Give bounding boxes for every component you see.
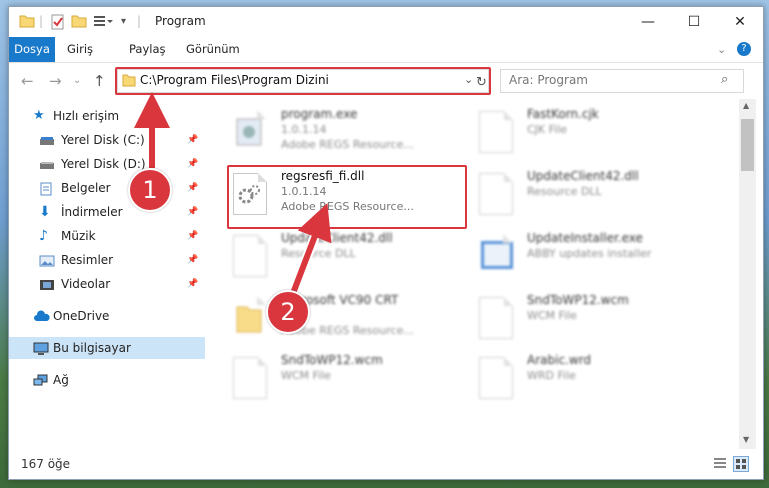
step-1-badge: 1 [128,168,172,212]
arrow-2 [289,203,332,298]
annotation-arrows [134,92,332,301]
step-2-badge: 2 [266,290,310,334]
